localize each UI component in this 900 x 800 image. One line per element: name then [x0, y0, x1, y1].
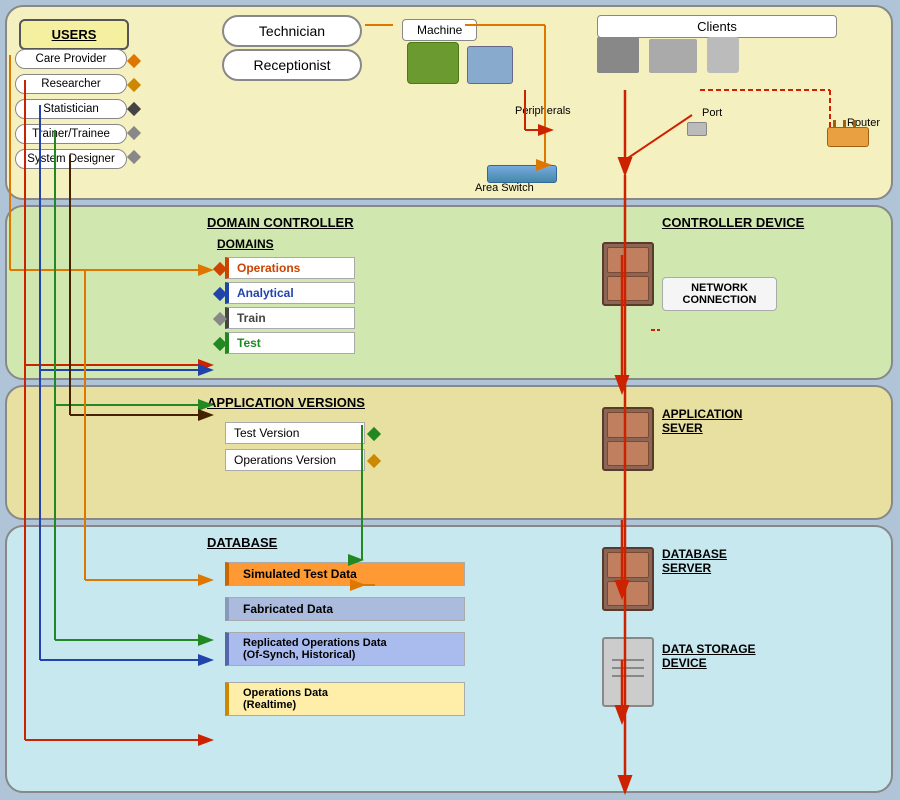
section-domain: DOMAIN CONTROLLER DOMAINS Operations Ana… — [5, 205, 893, 380]
section-users: USERS Care Provider Researcher Statistic… — [5, 5, 893, 200]
laptop-icon — [649, 39, 697, 73]
app-server-icon — [602, 407, 654, 471]
controller-device-icon — [602, 242, 654, 306]
users-title: USERS — [29, 27, 119, 42]
tablet-icon — [707, 37, 739, 73]
app-server-label: APPLICATIONSEVER — [662, 407, 742, 435]
domain-test: Test — [225, 332, 355, 354]
machine-box: Machine — [402, 19, 477, 41]
db-server-icon — [602, 547, 654, 611]
app-versions-title: APPLICATION VERSIONS — [207, 395, 365, 410]
icons-row — [407, 42, 513, 84]
role-receptionist: Receptionist — [222, 49, 362, 81]
user-researcher: Researcher — [15, 74, 127, 94]
domain-analytical: Analytical — [225, 282, 355, 304]
port-icon — [687, 122, 707, 136]
test-version: Test Version — [225, 422, 365, 444]
user-statistician: Statistician — [15, 99, 127, 119]
scanner-icon — [407, 42, 459, 84]
area-switch-icon — [487, 165, 557, 183]
network-connection-label: NETWORKCONNECTION — [662, 277, 777, 311]
diamond-test-version — [367, 427, 381, 441]
diamond-ops-version — [367, 454, 381, 468]
user-care-provider: Care Provider — [15, 49, 127, 69]
diamond-trainer — [127, 126, 141, 140]
storage-label: DATA STORAGEDEVICE — [662, 642, 756, 670]
ops-version: Operations Version — [225, 449, 365, 471]
db-simulated: Simulated Test Data — [225, 562, 465, 586]
diamond-researcher — [127, 78, 141, 92]
peripherals-label: Peripherals — [515, 105, 571, 117]
section-app: APPLICATION VERSIONS Test Version Operat… — [5, 385, 893, 520]
printer-icon — [467, 46, 513, 84]
storage-device-icon — [602, 637, 654, 707]
db-fabricated: Fabricated Data — [225, 597, 465, 621]
db-ops-realtime: Operations Data(Realtime) — [225, 682, 465, 716]
domain-train: Train — [225, 307, 355, 329]
user-system-designer: System Designer — [15, 149, 127, 169]
domains-label: DOMAINS — [217, 237, 274, 251]
database-title: DATABASE — [207, 535, 277, 550]
client-icons — [597, 37, 739, 73]
diamond-care-provider — [127, 54, 141, 68]
clients-box: Clients — [597, 15, 837, 38]
diamond-statistician — [127, 102, 141, 116]
db-replicated: Replicated Operations Data(Of-Synch, His… — [225, 632, 465, 666]
controller-device-label: CONTROLLER DEVICE — [662, 215, 804, 230]
db-server-label: DATABASESERVER — [662, 547, 727, 575]
role-technician: Technician — [222, 15, 362, 47]
desktop-icon — [597, 37, 639, 73]
users-box: USERS — [19, 19, 129, 50]
domain-operations: Operations — [225, 257, 355, 279]
domain-controller-title: DOMAIN CONTROLLER — [207, 215, 354, 230]
area-switch-label: Area Switch — [475, 182, 534, 194]
port-label: Port — [702, 107, 722, 119]
diagram-wrapper: USERS Care Provider Researcher Statistic… — [0, 0, 900, 800]
user-trainer: Trainer/Trainee — [15, 124, 127, 144]
diamond-system-designer — [127, 150, 141, 164]
section-db: DATABASE Simulated Test Data Fabricated … — [5, 525, 893, 793]
router-icon — [827, 127, 869, 147]
